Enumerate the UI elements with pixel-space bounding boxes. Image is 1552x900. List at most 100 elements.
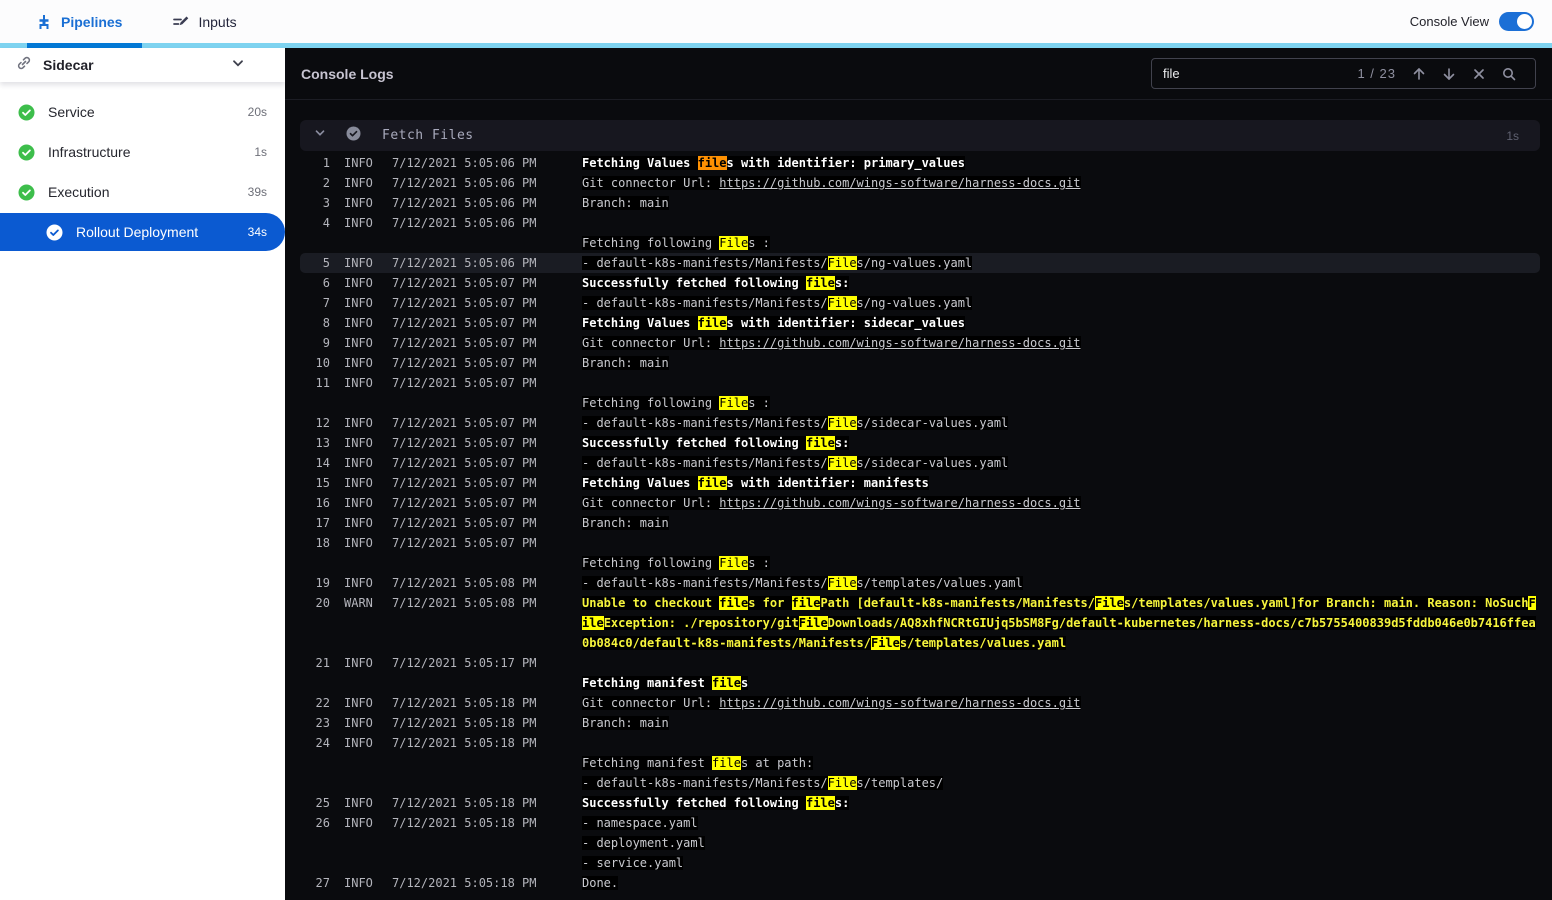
line-number[interactable]: 1 [300,153,330,173]
line-number[interactable]: 10 [300,353,330,373]
log-line[interactable]: 14 INFO 7/12/2021 5:05:07 PM - default-k8s-… [300,453,1540,473]
log-link[interactable]: https://github.com/wings-software/harnes… [719,176,1081,190]
line-number[interactable]: 3 [300,193,330,213]
previous-match-button[interactable] [1404,66,1434,82]
tab-inputs[interactable]: Inputs [172,13,237,30]
line-number[interactable]: 4 [300,213,330,233]
console-view-label: Console View [1409,14,1489,29]
log-level: INFO [344,496,373,510]
log-line[interactable]: 18 INFO 7/12/2021 5:05:07 PM [300,533,1540,553]
log-line[interactable]: 2 INFO 7/12/2021 5:05:06 PM Git connector U… [300,173,1540,193]
line-number[interactable]: 15 [300,473,330,493]
line-number[interactable]: 21 [300,653,330,673]
log-line[interactable]: 7 INFO 7/12/2021 5:05:07 PM - default-k8s-m… [300,293,1540,313]
log-line[interactable]: 19 INFO 7/12/2021 5:05:08 PM - default-k8s-… [300,573,1540,593]
log-link[interactable]: https://github.com/wings-software/harnes… [719,336,1081,350]
log-link[interactable]: https://github.com/wings-software/harnes… [719,696,1081,710]
log-timestamp: 7/12/2021 5:05:07 PM [392,456,537,470]
tab-pipelines[interactable]: Pipelines [36,14,122,30]
log-link[interactable]: https://github.com/wings-software/harnes… [719,496,1081,510]
line-number[interactable]: 14 [300,453,330,473]
log-line[interactable]: - default-k8s-manifests/Manifests/Files/… [300,773,1540,793]
line-number[interactable] [300,553,330,573]
log-level [344,853,384,873]
line-number[interactable] [300,233,330,253]
log-line[interactable]: 5 INFO 7/12/2021 5:05:06 PM - default-k8s-m… [300,253,1540,273]
search-match-highlight: file [791,596,821,610]
log-message-text: Git connector Url: [582,176,720,190]
log-line[interactable]: 26 INFO 7/12/2021 5:05:18 PM - namespace.ya… [300,813,1540,833]
log-line[interactable]: Fetching following Files : [300,393,1540,413]
log-line[interactable]: 1 INFO 7/12/2021 5:05:06 PM Fetching Values… [300,153,1540,173]
search-icon[interactable] [1494,66,1524,82]
line-number[interactable] [300,833,330,853]
log-group-header[interactable]: Fetch Files 1s [300,120,1540,151]
log-line[interactable]: 6 INFO 7/12/2021 5:05:07 PM Successfully fe… [300,273,1540,293]
log-message: - default-k8s-manifests/Manifests/Files/… [582,293,1540,313]
line-number[interactable]: 17 [300,513,330,533]
log-line[interactable]: Fetching following Files : [300,233,1540,253]
log-line[interactable]: 9 INFO 7/12/2021 5:05:07 PM Git connector U… [300,333,1540,353]
line-number[interactable] [300,673,330,693]
line-number[interactable]: 18 [300,533,330,553]
sidebar-item-rollout-deployment[interactable]: Rollout Deployment 34s [0,213,285,251]
log-line[interactable]: 27 INFO 7/12/2021 5:05:18 PM Done. [300,873,1540,893]
line-number[interactable]: 2 [300,173,330,193]
log-line[interactable]: 13 INFO 7/12/2021 5:05:07 PM Successfully f… [300,433,1540,453]
line-number[interactable]: 24 [300,733,330,753]
line-number[interactable]: 23 [300,713,330,733]
log-line[interactable]: 17 INFO 7/12/2021 5:05:07 PM Branch: main [300,513,1540,533]
line-number[interactable]: 7 [300,293,330,313]
log-line[interactable]: - deployment.yaml [300,833,1540,853]
log-line[interactable]: 21 INFO 7/12/2021 5:05:17 PM [300,653,1540,673]
line-number[interactable]: 12 [300,413,330,433]
log-line[interactable]: 16 INFO 7/12/2021 5:05:07 PM Git connector … [300,493,1540,513]
next-match-button[interactable] [1434,66,1464,82]
collapse-chevron-icon[interactable] [313,126,327,145]
console-view-toggle[interactable] [1499,12,1534,31]
line-number[interactable] [300,753,330,773]
line-number[interactable]: 8 [300,313,330,333]
line-number[interactable]: 20 [300,593,330,653]
search-input[interactable] [1163,66,1358,81]
line-number[interactable]: 22 [300,693,330,713]
line-number[interactable] [300,393,330,413]
log-line[interactable]: 8 INFO 7/12/2021 5:05:07 PM Fetching Values… [300,313,1540,333]
log-line[interactable]: 25 INFO 7/12/2021 5:05:18 PM Successfully f… [300,793,1540,813]
log-line[interactable]: 4 INFO 7/12/2021 5:05:06 PM [300,213,1540,233]
sidebar-item-service[interactable]: Service 20s [0,92,285,132]
line-number[interactable]: 5 [300,253,330,273]
log-line[interactable]: 11 INFO 7/12/2021 5:05:07 PM [300,373,1540,393]
chevron-down-icon[interactable] [231,56,245,75]
log-line[interactable]: 22 INFO 7/12/2021 5:05:18 PM Git connector … [300,693,1540,713]
log-line[interactable]: Fetching manifest files [300,673,1540,693]
log-line[interactable]: 3 INFO 7/12/2021 5:05:06 PM Branch: main [300,193,1540,213]
log-line[interactable]: 15 INFO 7/12/2021 5:05:07 PM Fetching Value… [300,473,1540,493]
log-line[interactable]: 10 INFO 7/12/2021 5:05:07 PM Branch: main [300,353,1540,373]
line-number[interactable]: 25 [300,793,330,813]
sidebar-item-infrastructure[interactable]: Infrastructure 1s [0,132,285,172]
line-number[interactable]: 13 [300,433,330,453]
line-number[interactable] [300,773,330,793]
log-line[interactable]: 24 INFO 7/12/2021 5:05:18 PM [300,733,1540,753]
clear-search-button[interactable] [1464,68,1494,80]
line-number[interactable]: 9 [300,333,330,353]
line-number[interactable]: 27 [300,873,330,893]
log-line[interactable]: Fetching manifest files at path: [300,753,1540,773]
log-timestamp: 7/12/2021 5:05:07 PM [392,376,537,390]
line-number[interactable]: 6 [300,273,330,293]
line-number[interactable]: 19 [300,573,330,593]
log-level: INFO [344,216,373,230]
log-line[interactable]: 23 INFO 7/12/2021 5:05:18 PM Branch: main [300,713,1540,733]
line-number[interactable] [300,853,330,873]
log-timestamp [392,233,582,253]
line-number[interactable]: 16 [300,493,330,513]
stage-header[interactable]: Sidecar [0,48,285,82]
line-number[interactable]: 26 [300,813,330,833]
line-number[interactable]: 11 [300,373,330,393]
log-line[interactable]: 20 WARN 7/12/2021 5:05:08 PM Unable to chec… [300,593,1540,653]
log-line[interactable]: - service.yaml [300,853,1540,873]
log-line[interactable]: 12 INFO 7/12/2021 5:05:07 PM - default-k8s-… [300,413,1540,433]
log-line[interactable]: Fetching following Files : [300,553,1540,573]
sidebar-item-execution[interactable]: Execution 39s [0,172,285,212]
